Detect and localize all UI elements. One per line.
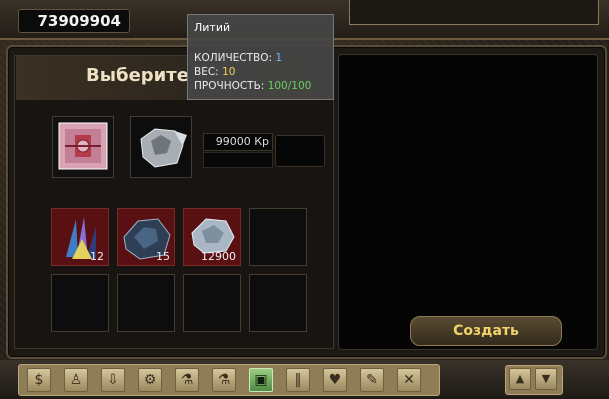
- dollar-icon[interactable]: $: [27, 368, 51, 392]
- create-button[interactable]: Создать: [410, 316, 562, 346]
- tools-icon[interactable]: ✕: [397, 368, 421, 392]
- tooltip-weight-label: ВЕС:: [194, 66, 219, 78]
- inventory-slot-5[interactable]: [51, 274, 109, 332]
- result-slot[interactable]: [130, 116, 192, 178]
- tooltip-durability: ПРОЧНОСТЬ: 100/100: [194, 80, 311, 92]
- inventory-slot-3[interactable]: 12900: [183, 208, 241, 266]
- credits-display: 73909904: [18, 9, 130, 33]
- arrow-down-icon[interactable]: ▼: [535, 368, 557, 390]
- panel-title: Выберите: [86, 65, 189, 86]
- arrow-up-icon[interactable]: ▲: [509, 368, 531, 390]
- price-value: 99000 Кр: [215, 135, 269, 148]
- price-display: 99000 Кр: [203, 133, 273, 151]
- blueprint-icon: [58, 122, 108, 170]
- cube-icon[interactable]: ▣: [249, 368, 273, 392]
- item-count: 12: [90, 250, 104, 263]
- tooltip-quantity: КОЛИЧЕСТВО: 1: [194, 52, 282, 64]
- item-count: 12900: [201, 250, 236, 263]
- tooltip-weight: ВЕС: 10: [194, 66, 235, 78]
- main-toolbar: $ ♙ ⇩ ⚙ ⚗ ⚗ ▣ ‖ ♥ ✎ ✕: [18, 364, 440, 396]
- tooltip-quantity-label: КОЛИЧЕСТВО:: [194, 52, 273, 64]
- figure-icon[interactable]: ♙: [64, 368, 88, 392]
- inventory-slot-6[interactable]: [117, 274, 175, 332]
- flask-gear-icon[interactable]: ⚗: [212, 368, 236, 392]
- preview-panel: [338, 54, 598, 350]
- top-right-panel: [349, 0, 599, 25]
- tooltip-item-name: Литий: [194, 21, 231, 34]
- bars-icon[interactable]: ‖: [286, 368, 310, 392]
- info-box: [275, 135, 325, 167]
- inventory-slot-1[interactable]: 12: [51, 208, 109, 266]
- flask-icon[interactable]: ⚗: [175, 368, 199, 392]
- heart-icon[interactable]: ♥: [323, 368, 347, 392]
- tooltip-weight-value: 10: [222, 66, 236, 78]
- gear-box-icon[interactable]: ⚙: [138, 368, 162, 392]
- blueprint-slot[interactable]: [52, 116, 114, 178]
- credits-value: 73909904: [37, 12, 122, 30]
- item-tooltip: Литий КОЛИЧЕСТВО: 1 ВЕС: 10 ПРОЧНОСТЬ: 1…: [187, 14, 334, 100]
- nav-arrows: ▲ ▼: [505, 365, 563, 395]
- tooltip-durability-label: ПРОЧНОСТЬ:: [194, 80, 265, 92]
- wrench-icon[interactable]: ✎: [360, 368, 384, 392]
- inventory-slot-2[interactable]: 15: [117, 208, 175, 266]
- item-count: 15: [156, 250, 170, 263]
- inventory-slot-8[interactable]: [249, 274, 307, 332]
- box-down-icon[interactable]: ⇩: [101, 368, 125, 392]
- inventory-slot-4[interactable]: [249, 208, 307, 266]
- price-secondary: [203, 152, 273, 168]
- tooltip-durability-value: 100/100: [267, 80, 312, 92]
- result-ore-icon: [140, 128, 187, 168]
- inventory-slot-7[interactable]: [183, 274, 241, 332]
- tooltip-quantity-value: 1: [275, 52, 283, 64]
